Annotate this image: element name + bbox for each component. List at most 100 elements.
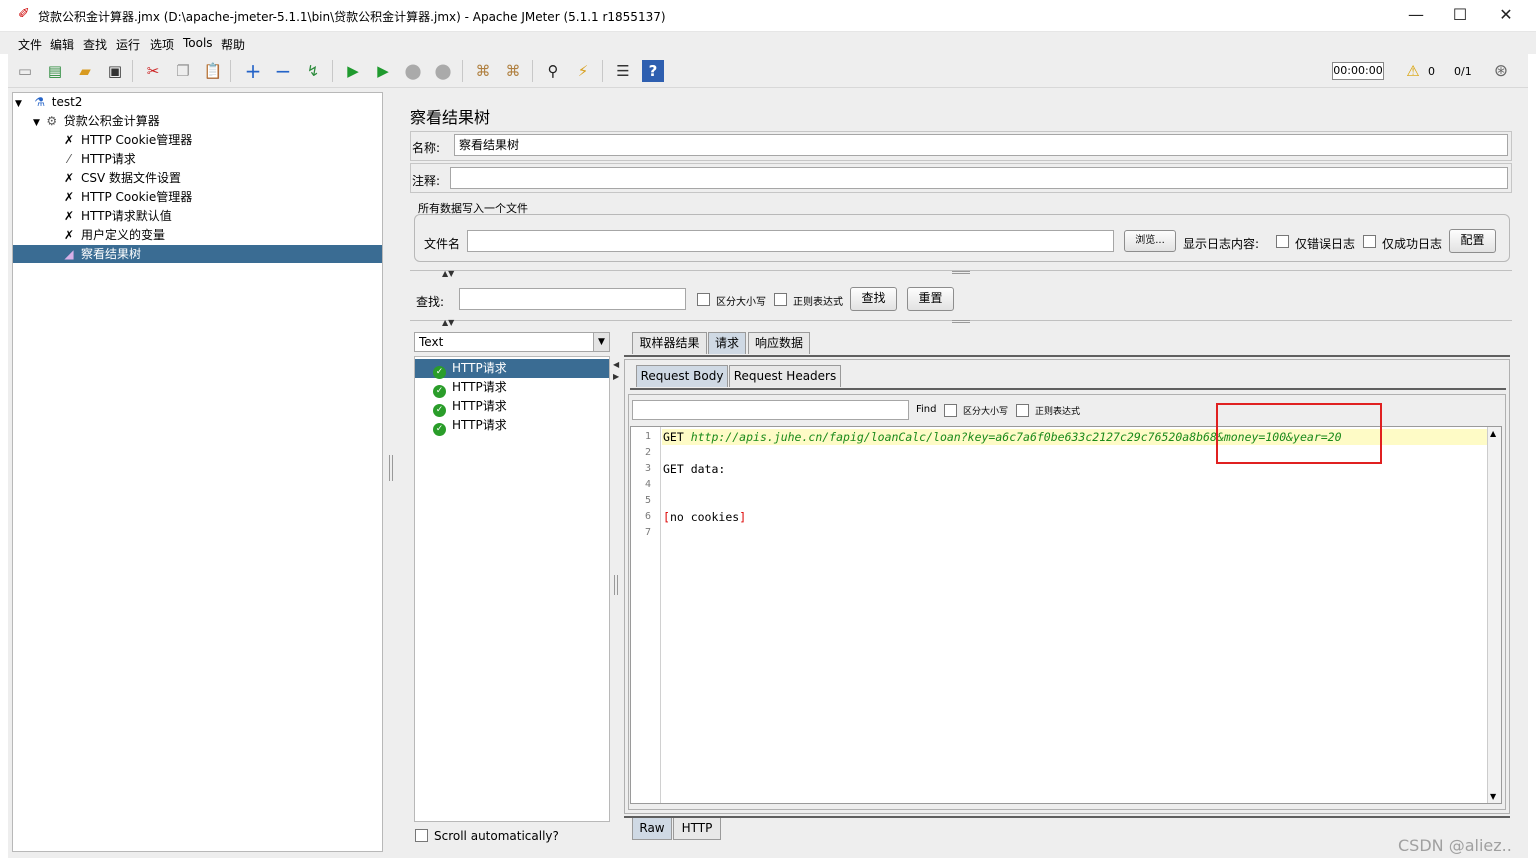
chevron-down-icon[interactable]: ▼ xyxy=(593,333,609,351)
tab-request-body[interactable]: Request Body xyxy=(636,365,728,387)
filename-field[interactable] xyxy=(467,230,1114,252)
tree-node-test-plan[interactable]: ▼ ⚗ test2 xyxy=(15,93,82,111)
start-icon[interactable]: ▶ xyxy=(342,60,364,82)
copy-icon[interactable]: ❐ xyxy=(172,60,194,82)
tree-node-http-defaults[interactable]: ✗ HTTP请求默认值 xyxy=(61,207,172,225)
split-right-arrow-icon[interactable]: ▶ xyxy=(613,372,619,381)
clear-all-icon[interactable]: ⌘ xyxy=(502,60,524,82)
menu-options[interactable]: 选项 xyxy=(150,36,174,53)
new-icon[interactable]: ▭ xyxy=(14,60,36,82)
collapse-all-icon[interactable]: − xyxy=(272,60,294,82)
title-bar: ✐ 贷款公积金计算器.jmx (D:\apache-jmeter-5.1.1\b… xyxy=(0,0,1536,32)
editor-scrollbar[interactable]: ▲ ▼ xyxy=(1487,427,1501,803)
tree-node-thread-group[interactable]: ▼ ⚙ 贷款公积金计算器 xyxy=(33,112,160,130)
tree-node-cookie-manager[interactable]: ✗ HTTP Cookie管理器 xyxy=(61,131,192,149)
log-content-label: 显示日志内容: xyxy=(1183,237,1260,251)
code-line-6: [no cookies] xyxy=(663,510,746,524)
tree-expand-icon[interactable]: ▼ xyxy=(33,118,40,128)
function-helper-icon[interactable]: ☰ xyxy=(612,60,634,82)
tree-node-csv-config[interactable]: ✗ CSV 数据文件设置 xyxy=(61,169,181,187)
split-grip-icon[interactable] xyxy=(952,320,970,323)
split-left-arrow-icon[interactable]: ◀ xyxy=(613,360,619,369)
main-splitter-handle[interactable] xyxy=(389,455,393,481)
close-button[interactable]: ✕ xyxy=(1486,4,1526,28)
regex-label: 正则表达式 xyxy=(793,297,843,308)
shutdown-icon[interactable]: ⬤ xyxy=(432,60,454,82)
scroll-automatically-checkbox[interactable] xyxy=(415,829,428,842)
result-label: HTTP请求 xyxy=(452,399,507,413)
search-binoculars-icon[interactable]: ⚲ xyxy=(542,60,564,82)
menu-help[interactable]: 帮助 xyxy=(221,36,245,53)
tab-request-headers[interactable]: Request Headers xyxy=(729,365,841,387)
results-list: ✓ HTTP请求 ✓ HTTP请求 ✓ HTTP请求 ✓ HTTP请求 xyxy=(414,356,610,822)
help-icon[interactable]: ? xyxy=(642,60,664,82)
list-item[interactable]: ✓ HTTP请求 xyxy=(415,416,609,436)
editor-regex-label: 正则表达式 xyxy=(1035,407,1081,417)
collapse-arrows-icon[interactable]: ▲▼ xyxy=(442,269,454,278)
tab-raw[interactable]: Raw xyxy=(632,818,672,840)
list-item[interactable]: ✓ HTTP请求 xyxy=(415,397,609,417)
regex-checkbox[interactable] xyxy=(774,293,787,306)
line-number: 3 xyxy=(644,463,651,474)
toolbar-separator xyxy=(332,60,333,82)
tree-node-cookie-manager-2[interactable]: ✗ HTTP Cookie管理器 xyxy=(61,188,192,206)
tree-expand-icon[interactable]: ▼ xyxy=(15,99,22,109)
menu-run[interactable]: 运行 xyxy=(116,36,140,53)
save-icon[interactable]: ▣ xyxy=(104,60,126,82)
editor-case-sensitive-checkbox[interactable] xyxy=(944,404,957,417)
success-only-checkbox[interactable] xyxy=(1363,235,1376,248)
comment-field[interactable] xyxy=(450,167,1508,189)
warning-icon[interactable]: ⚠ xyxy=(1402,60,1424,82)
remote-status-icon[interactable]: ⊛ xyxy=(1490,60,1512,82)
split-grip-icon[interactable] xyxy=(952,271,970,274)
list-item[interactable]: ✓ HTTP请求 xyxy=(415,359,609,379)
tree-node-label: 用户定义的变量 xyxy=(81,228,166,242)
errors-only-label: 仅错误日志 xyxy=(1295,237,1356,251)
scroll-up-icon[interactable]: ▲ xyxy=(1490,429,1496,438)
results-splitter-handle[interactable] xyxy=(614,575,618,595)
reset-button[interactable]: 重置 xyxy=(907,287,954,311)
maximize-button[interactable]: ☐ xyxy=(1440,4,1480,28)
tab-divider xyxy=(630,388,1506,390)
tree-node-user-variables[interactable]: ✗ 用户定义的变量 xyxy=(61,226,165,244)
collapse-arrows-icon[interactable]: ▲▼ xyxy=(442,318,454,327)
expand-all-icon[interactable]: + xyxy=(242,60,264,82)
tree-node-label: CSV 数据文件设置 xyxy=(81,171,182,185)
browse-button[interactable]: 浏览... xyxy=(1124,230,1176,252)
clear-icon[interactable]: ⌘ xyxy=(472,60,494,82)
tab-divider xyxy=(624,355,1510,357)
open-icon[interactable]: ▰ xyxy=(74,60,96,82)
renderer-select[interactable]: Text ▼ xyxy=(414,332,610,352)
tab-request[interactable]: 请求 xyxy=(708,332,746,354)
editor-find-field[interactable] xyxy=(632,400,909,420)
minimize-button[interactable]: — xyxy=(1396,4,1436,28)
tree-node-view-results-tree[interactable]: ◢ 察看结果树 xyxy=(13,245,382,263)
paste-icon[interactable]: 📋 xyxy=(202,60,224,82)
case-sensitive-checkbox[interactable] xyxy=(697,293,710,306)
menu-tools[interactable]: Tools xyxy=(183,36,213,50)
name-field[interactable]: 察看结果树 xyxy=(454,134,1508,156)
find-button[interactable]: 查找 xyxy=(850,287,897,311)
configure-button[interactable]: 配置 xyxy=(1449,229,1496,253)
toolbar-separator xyxy=(462,60,463,82)
menu-file[interactable]: 文件 xyxy=(18,36,42,53)
stop-icon[interactable]: ⬤ xyxy=(402,60,424,82)
tab-response-data[interactable]: 响应数据 xyxy=(748,332,810,354)
reset-search-broom-icon[interactable]: ⚡ xyxy=(572,60,594,82)
errors-only-checkbox[interactable] xyxy=(1276,235,1289,248)
start-no-pauses-icon[interactable]: ▶ xyxy=(372,60,394,82)
test-plan-icon: ⚗ xyxy=(34,95,46,109)
menu-search[interactable]: 查找 xyxy=(83,36,107,53)
tab-sampler-result[interactable]: 取样器结果 xyxy=(632,332,707,354)
request-body-editor[interactable]: 1 2 3 4 5 6 7 GET http://apis.juhe.cn/fa… xyxy=(630,426,1502,804)
tab-http[interactable]: HTTP xyxy=(673,818,721,840)
templates-icon[interactable]: ▤ xyxy=(44,60,66,82)
search-field[interactable] xyxy=(459,288,686,310)
editor-regex-checkbox[interactable] xyxy=(1016,404,1029,417)
tree-node-http-request[interactable]: ⁄ HTTP请求 xyxy=(61,150,136,168)
toggle-icon[interactable]: ↯ xyxy=(302,60,324,82)
menu-edit[interactable]: 编辑 xyxy=(50,36,74,53)
list-item[interactable]: ✓ HTTP请求 xyxy=(415,378,609,398)
scroll-down-icon[interactable]: ▼ xyxy=(1490,792,1496,801)
cut-icon[interactable]: ✂ xyxy=(142,60,164,82)
